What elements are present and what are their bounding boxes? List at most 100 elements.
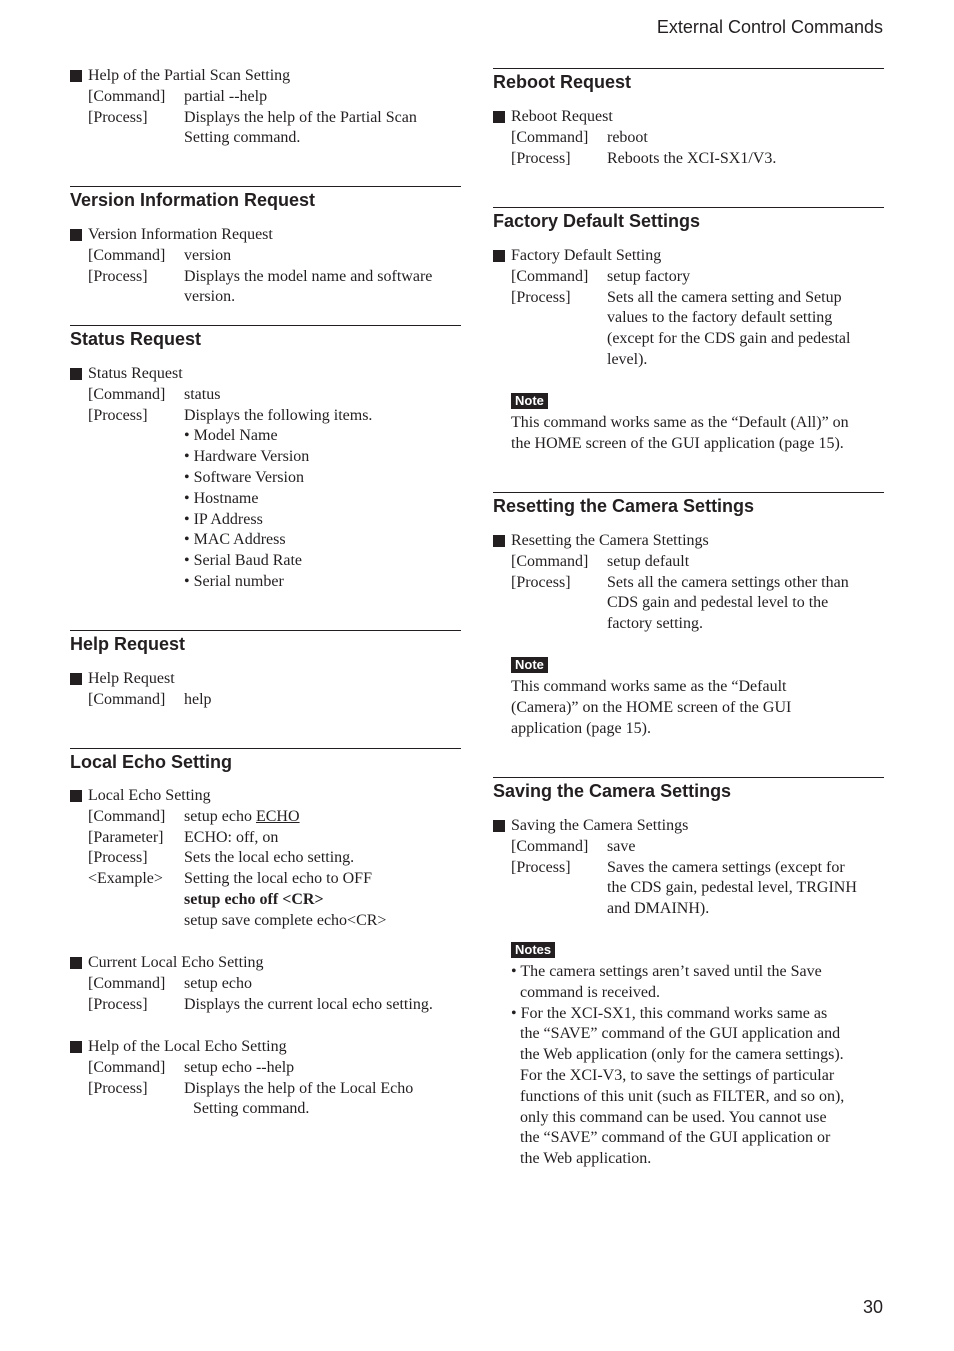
value-line: • Serial Baud Rate (184, 552, 303, 570)
item-block: Reboot Request [Command] reboot [Process] Re… (493, 107, 884, 169)
note-bullet: • The camera settings aren’t saved until… (493, 962, 884, 1004)
square-bullet-icon (70, 368, 82, 380)
value-line: level). (607, 350, 648, 368)
field-label: [Process] (88, 1079, 148, 1097)
field-value: Displays the following items. • Model Nam… (184, 406, 461, 593)
note-line: the “SAVE” command of the GUI applicatio… (520, 1025, 841, 1043)
note-bullet: • For the XCI-SX1, this command works sa… (493, 1004, 884, 1170)
field-label: [Command] (88, 87, 166, 105)
field-value: Displays the model name and software vers… (184, 267, 461, 309)
page-number: 30 (862, 1297, 883, 1317)
section-title: Resetting the Camera Settings (493, 496, 755, 516)
field-row: [Command] save (493, 837, 884, 858)
field-row: [Command] setup default (493, 552, 884, 573)
square-bullet-icon (493, 535, 505, 547)
value-text: setup echo (184, 807, 256, 825)
field-value: version (184, 246, 461, 267)
value-line: version. (184, 288, 236, 306)
value-line: Displays the current local echo setting. (184, 995, 433, 1013)
item-title-text: Version Information Request (88, 226, 273, 243)
value-line: factory setting. (607, 615, 703, 633)
field-row: [Command] setup echo --help (70, 1058, 461, 1079)
item-block: Help of the Partial Scan Setting [Command… (70, 66, 461, 149)
field-row: [Command] partial --help (70, 87, 461, 108)
field-row: [Command] setup echo (70, 974, 461, 995)
value-line: Displays the help of the Local Echo (184, 1079, 414, 1097)
field-label: [Process] (511, 149, 571, 167)
section-heading: Resetting the Camera Settings (493, 492, 884, 517)
value-line: version (184, 246, 232, 264)
value-line: setup echo off <CR> (184, 890, 461, 911)
field-value: setup echo (184, 974, 461, 995)
field-label: [Process] (88, 849, 148, 867)
value-line: Setting command. (193, 1100, 310, 1118)
value-line: Saves the camera settings (except for (607, 858, 845, 876)
field-value: Displays the help of the Local Echo Setti… (184, 1079, 461, 1121)
note-line: only this command can be used. You canno… (520, 1108, 827, 1126)
field-label: [Process] (511, 858, 571, 876)
value-line: setup factory (607, 267, 691, 285)
item-block: Help of the Local Echo Setting [Command] s… (70, 1037, 461, 1120)
field-value: help (184, 690, 461, 711)
value-line: Displays the following items. (184, 406, 373, 424)
item-title: Status Request (70, 364, 461, 385)
value-line: Displays the model name and software (184, 267, 433, 285)
item-title: Version Information Request (70, 225, 461, 246)
value-line: partial --help (184, 87, 268, 105)
field-label: [Process] (88, 995, 148, 1013)
item-title: Current Local Echo Setting (70, 953, 461, 974)
field-label: [Command] (88, 807, 166, 825)
field-value: status (184, 385, 461, 406)
item-block: Resetting the Camera Stettings [Command] s… (493, 531, 884, 635)
field-value: Saves the camera settings (except for the… (607, 858, 884, 920)
item-title: Saving the Camera Settings (493, 816, 884, 837)
field-value: Displays the help of the Partial Scan Set… (184, 108, 461, 150)
square-bullet-icon (70, 229, 82, 241)
note-line: • For the XCI-SX1, this command works sa… (511, 1004, 828, 1022)
note-line: This command works same as the “Default (511, 678, 787, 695)
field-row: [Process] Displays the current local echo… (70, 995, 461, 1016)
field-label: [Command] (88, 1058, 166, 1076)
item-title: Help Request (70, 669, 461, 690)
square-bullet-icon (493, 820, 505, 832)
item-block: Factory Default Setting [Command] setup fa… (493, 246, 884, 371)
field-value: save (607, 837, 884, 858)
section-heading: Local Echo Setting (70, 748, 461, 773)
value-line: • Software Version (184, 468, 304, 486)
field-value: setup default (607, 552, 884, 573)
item-title: Reboot Request (493, 107, 884, 128)
value-line: Displays the help of the Partial Scan (184, 108, 417, 126)
field-value: partial --help (184, 87, 461, 108)
item-title-text: Saving the Camera Settings (511, 817, 689, 834)
note-line: the “SAVE” command of the GUI applicatio… (520, 1129, 831, 1147)
section-title: Saving the Camera Settings (493, 781, 732, 801)
item-title-text: Help of the Local Echo Setting (88, 1038, 287, 1055)
square-bullet-icon (493, 250, 505, 262)
square-bullet-icon (70, 70, 82, 82)
field-label: [Command] (511, 837, 589, 855)
note-line: This command works same as the “Default … (511, 414, 849, 431)
value-line: status (184, 385, 221, 403)
field-row: [Process] Sets all the camera setting and… (493, 288, 884, 371)
field-value: Sets all the camera settings other than C… (607, 573, 884, 635)
section-title: Factory Default Settings (493, 211, 701, 231)
section-heading: Saving the Camera Settings (493, 777, 884, 802)
note-badge: Notes (511, 942, 556, 958)
item-title: Help of the Local Echo Setting (70, 1037, 461, 1058)
field-label: [Command] (511, 267, 589, 285)
field-row: [Command] status (70, 385, 461, 406)
value-line: the CDS gain, pedestal level, TRGINH (607, 879, 857, 897)
example-command: setup echo off <CR> (184, 890, 324, 908)
item-block: Local Echo Setting [Command] setup echo EC… (70, 786, 461, 932)
note-line: command is received. (520, 983, 660, 1001)
section-heading: Factory Default Settings (493, 207, 884, 232)
note-block: Note This command works same as the “Defa… (493, 655, 884, 739)
value-line: Sets all the camera setting and Setup (607, 288, 842, 306)
field-value: ECHO: off, on (184, 828, 461, 849)
square-bullet-icon (70, 957, 82, 969)
field-label: [Command] (511, 552, 589, 570)
value-line: setup echo ECHO (184, 807, 461, 828)
item-title-text: Status Request (88, 365, 183, 382)
value-line: and DMAINH). (607, 900, 710, 918)
value-line: Sets the local echo setting. (184, 849, 355, 867)
